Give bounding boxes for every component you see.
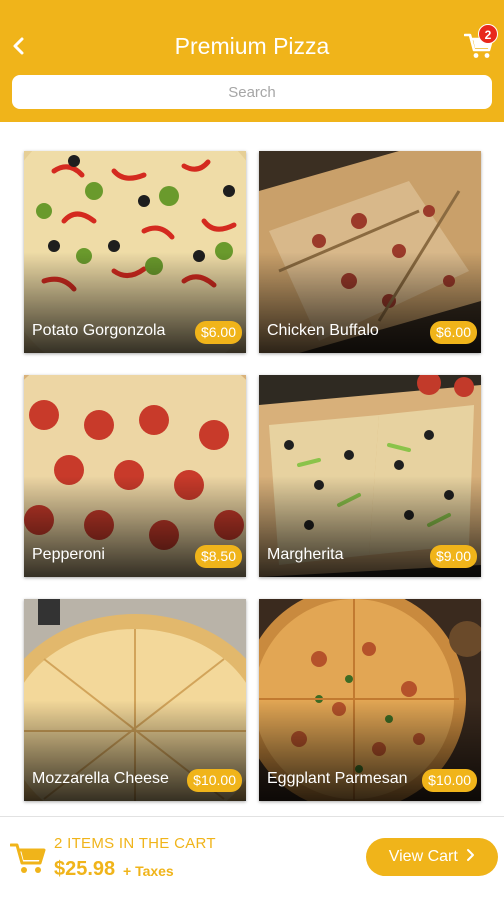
product-name: Eggplant Parmesan <box>267 770 408 787</box>
cart-total: $25.98 <box>54 858 116 880</box>
product-price: $6.00 <box>429 321 477 344</box>
product-price: $6.00 <box>194 321 242 344</box>
taxes-label: + Taxes <box>123 863 174 879</box>
product-card-chicken-buffalo[interactable]: Chicken Buffalo $6.00 <box>259 151 481 353</box>
product-name: Potato Gorgonzola <box>32 322 166 339</box>
product-price: $9.00 <box>429 545 477 568</box>
product-card-potato-gorgonzola[interactable]: Potato Gorgonzola $6.00 <box>24 151 246 353</box>
product-name: Margherita <box>267 546 344 563</box>
product-price: $8.50 <box>194 545 242 568</box>
product-name: Chicken Buffalo <box>267 322 379 339</box>
product-price: $10.00 <box>187 769 242 792</box>
cart-items-count: 2 ITEMS IN THE CART <box>54 835 216 852</box>
view-cart-label: View Cart <box>388 848 458 865</box>
page-title: Premium Pizza <box>174 33 330 59</box>
product-card-eggplant-parmesan[interactable]: Eggplant Parmesan $10.00 <box>259 599 481 801</box>
app-header: Premium Pizza 2 <box>0 0 504 122</box>
product-name: Pepperoni <box>32 546 105 563</box>
product-name: Mozzarella Cheese <box>32 770 169 787</box>
product-card-margherita[interactable]: Margherita $9.00 <box>259 375 481 577</box>
product-card-pepperoni[interactable]: Pepperoni $8.50 <box>24 375 246 577</box>
cart-count-badge: 2 <box>478 24 498 44</box>
shopping-cart-icon <box>10 843 46 873</box>
view-cart-button[interactable]: View Cart <box>366 838 498 876</box>
search-input[interactable] <box>12 75 492 109</box>
product-card-mozzarella-cheese[interactable]: Mozzarella Cheese $10.00 <box>24 599 246 801</box>
chevron-right-icon <box>467 849 475 861</box>
cart-summary-bar: 2 ITEMS IN THE CART $25.98 + Taxes View … <box>0 816 504 900</box>
product-price: $10.00 <box>422 769 477 792</box>
